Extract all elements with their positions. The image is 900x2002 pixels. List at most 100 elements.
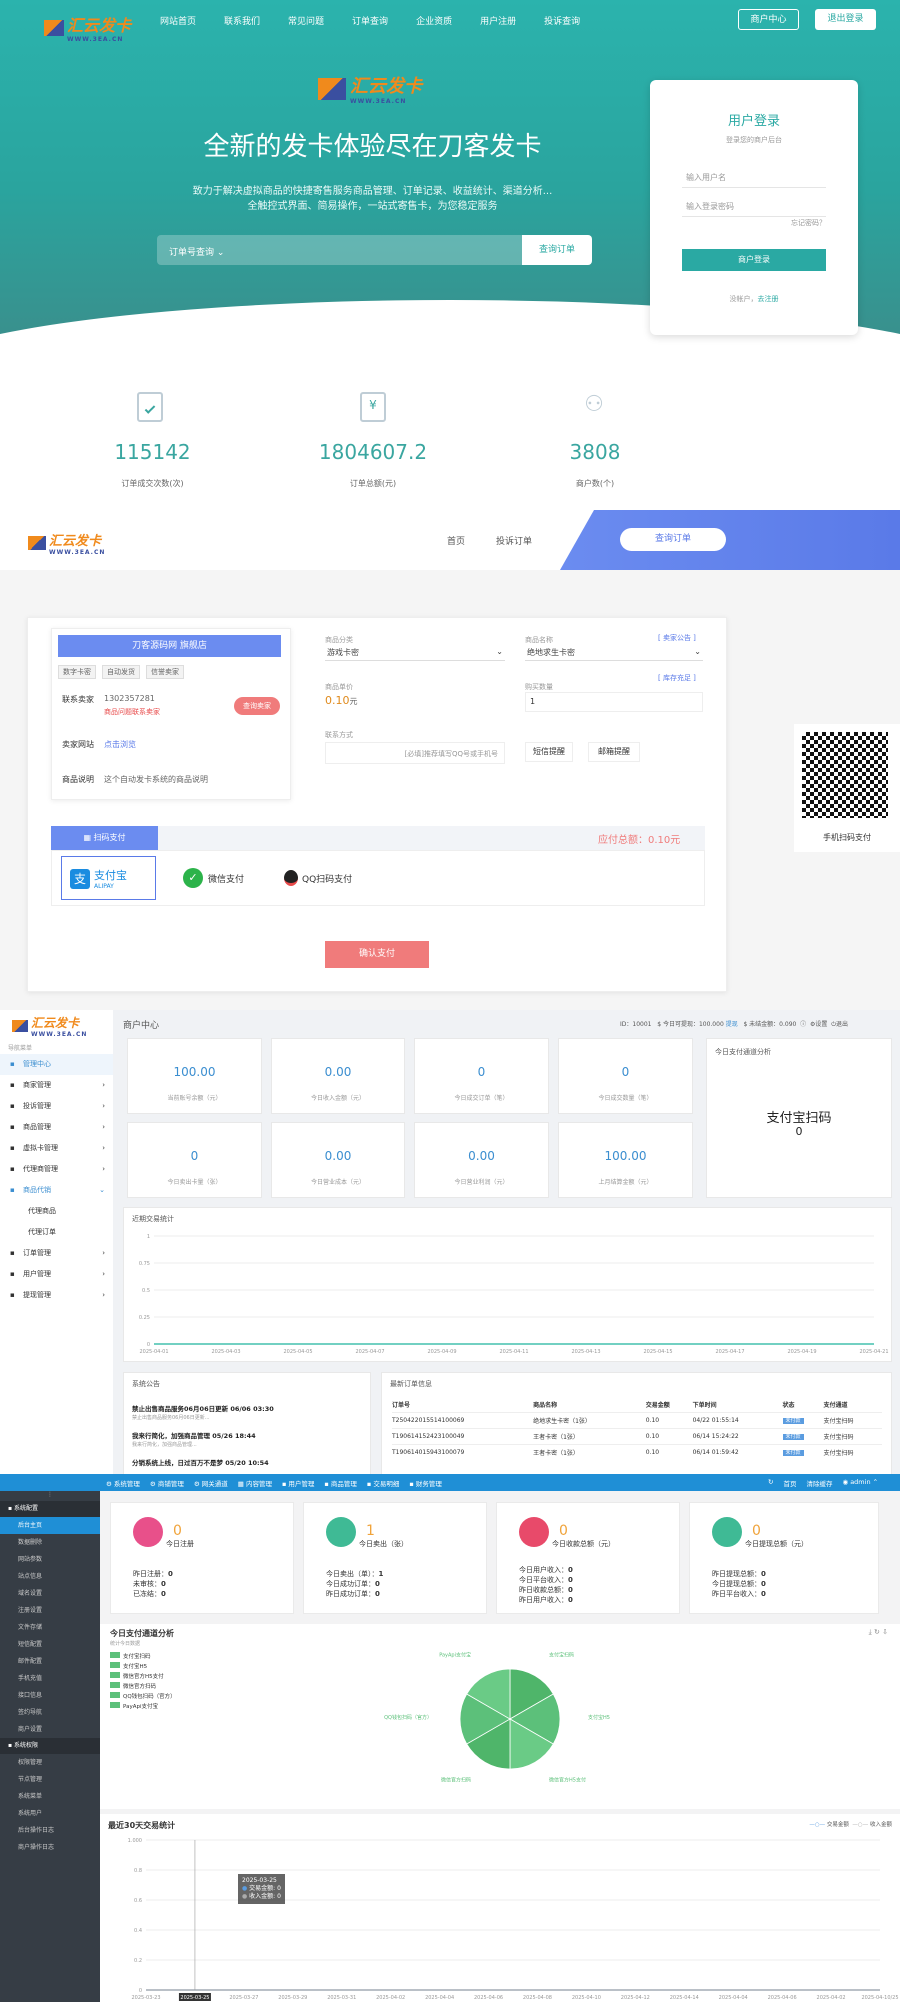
email-notify-button[interactable]: 邮箱提醒	[588, 742, 640, 762]
order-search-button[interactable]: 查询订单	[522, 235, 592, 265]
shop-nav-home[interactable]: 首页	[447, 534, 465, 547]
shop-query-order-button[interactable]: 查询订单	[620, 528, 726, 551]
username-input[interactable]: 输入用户名	[682, 168, 826, 188]
site-logo[interactable]: 汇云发卡 WWW.3EA.CN	[44, 12, 131, 43]
forgot-password-link[interactable]: 忘记密码？	[791, 218, 826, 228]
nav-register[interactable]: 用户注册	[480, 14, 516, 27]
merchant-center-button[interactable]: 商户中心	[738, 9, 799, 30]
sms-notify-button[interactable]: 短信提醒	[525, 742, 573, 762]
sidebar-item-label: 投诉管理	[22, 1102, 51, 1110]
admin-sidebar-item[interactable]: 系统用户	[0, 1805, 100, 1822]
nav-complaint[interactable]: 投诉查询	[544, 14, 580, 27]
admin-card-sales: 1 今日卖出（张） 今日卖出（单）：1 今日成功订单：0 昨日成功订单：0	[303, 1502, 487, 1614]
admin-sidebar-item[interactable]: 商户操作日志	[0, 1839, 100, 1856]
table-row[interactable]: T190614015943100079 王者卡密（1张） 0.10 06/14 01:…	[392, 1444, 882, 1461]
notice-item[interactable]: 我来行简化，加强商品管理 05/26 18:44	[132, 1430, 256, 1440]
password-input[interactable]: 输入登录密码	[682, 197, 826, 217]
merchant-logout-link[interactable]: 退出	[836, 1021, 848, 1028]
nav-contact[interactable]: 联系我们	[224, 14, 260, 27]
admin-sidebar-item[interactable]: 后台主页	[0, 1517, 100, 1534]
pay-alipay-option[interactable]: 支 支付宝 ALIPAY	[61, 856, 156, 900]
merchant-login-button[interactable]: 商户登录	[682, 249, 826, 271]
admin-menu-users[interactable]: ▪ 用户管理	[282, 1478, 314, 1488]
scan-pay-tab[interactable]: ▦ 扫码支付	[51, 826, 158, 850]
sidebar-item-complaint[interactable]: ▪ 投诉管理 ›	[0, 1096, 113, 1117]
admin-menu-gateway[interactable]: ⚙ 网关通道	[194, 1478, 228, 1488]
card-row-value: 1	[378, 1570, 384, 1578]
admin-sidebar-item[interactable]: 站点信息	[0, 1568, 100, 1585]
pay-wechat-option[interactable]: ✓ 微信支付	[183, 868, 244, 888]
nav-faq[interactable]: 常见问题	[288, 14, 324, 27]
stock-link[interactable]: [ 库存充足 ]	[658, 673, 696, 683]
order-channel: 支付宝扫码	[823, 1434, 854, 1441]
merchant-logo[interactable]: 汇云发卡 WWW.3EA.CN	[12, 1014, 87, 1038]
admin-sidebar-item[interactable]: 网站参数	[0, 1551, 100, 1568]
sidebar-subitem-agent-products[interactable]: 代理商品	[0, 1201, 113, 1222]
admin-sidebar-item[interactable]: 节点管理	[0, 1771, 100, 1788]
admin-sidebar-item[interactable]: 系统菜单	[0, 1788, 100, 1805]
admin-sidebar-item[interactable]: 商户设置	[0, 1721, 100, 1738]
admin-sidebar-item[interactable]: 手机充值	[0, 1670, 100, 1687]
admin-menu-shop[interactable]: ⚙ 商铺管理	[150, 1478, 184, 1488]
admin-sidebar-item[interactable]: 后台操作日志	[0, 1822, 100, 1839]
notice-item[interactable]: 分销系统上线，日过百万不是梦 05/20 10:54	[132, 1457, 269, 1467]
sidebar-item-products[interactable]: ▪ 商品管理 ›	[0, 1117, 113, 1138]
shop-nav-complaint[interactable]: 投诉订单	[496, 534, 532, 547]
withdraw-link[interactable]: 提现	[726, 1021, 738, 1028]
sidebar-item-merchant[interactable]: ▪ 商家管理 ›	[0, 1075, 113, 1096]
nav-home[interactable]: 网站首页	[160, 14, 196, 27]
table-row[interactable]: T250422015514100069 绝地求生卡密（1张） 0.10 04/22 0…	[392, 1412, 882, 1429]
admin-sidebar-item[interactable]: 接口信息	[0, 1687, 100, 1704]
admin-menu-system[interactable]: ⚙ 系统管理	[106, 1478, 140, 1488]
card-value: 0	[559, 1523, 568, 1539]
sidebar-item-cards[interactable]: ▪ 虚拟卡管理 ›	[0, 1138, 113, 1159]
sidebar-item-withdraw[interactable]: ▪ 提现管理 ›	[0, 1285, 113, 1306]
pay-qq-option[interactable]: QQ扫码支付	[284, 870, 352, 886]
query-seller-button[interactable]: 查询卖家	[234, 697, 280, 715]
order-product: 王者卡密（1张）	[533, 1450, 579, 1457]
product-select[interactable]: 绝地求生卡密 ⌄	[525, 645, 703, 661]
order-search-select[interactable]: 订单号查询 ⌄	[169, 245, 224, 258]
sidebar-subitem-agent-orders[interactable]: 代理订单	[0, 1222, 113, 1243]
notice-item[interactable]: 禁止出售商品服务06月06日更新 06/06 03:30	[132, 1403, 274, 1413]
admin-sidebar-item[interactable]: 域名设置	[0, 1585, 100, 1602]
nav-qualification[interactable]: 企业资质	[416, 14, 452, 27]
clear-cache-link[interactable]: 清除缓存	[806, 1478, 832, 1488]
sidebar-toggle-icon[interactable]: ⋮	[0, 1491, 100, 1501]
quantity-input[interactable]: 1	[525, 692, 703, 712]
shop-logo[interactable]: 汇云发卡 WWW.3EA.CN	[28, 530, 105, 556]
admin-sidebar-item[interactable]: 签约导航	[0, 1704, 100, 1721]
sidebar-item-consign[interactable]: ▪ 商品代销 ⌄	[0, 1180, 113, 1201]
admin-sidebar-item[interactable]: 数据删除	[0, 1534, 100, 1551]
settings-link[interactable]: 设置	[815, 1021, 827, 1028]
admin-menu-products[interactable]: ▪ 商品管理	[324, 1478, 356, 1488]
channel-card-title: 今日支付通道分析	[715, 1048, 771, 1056]
admin-menu-trades[interactable]: ▪ 交易明细	[367, 1478, 399, 1488]
table-row[interactable]: T190614152423100049 王者卡密（1张） 0.10 06/14 15:…	[392, 1428, 882, 1445]
credit-card-icon	[519, 1517, 549, 1547]
admin-menu-finance[interactable]: ▪ 财务管理	[409, 1478, 441, 1488]
logout-button[interactable]: 退出登录	[815, 9, 876, 30]
seller-notice-link[interactable]: [ 卖家公告 ]	[658, 633, 696, 643]
admin-sidebar-item[interactable]: 文件存储	[0, 1619, 100, 1636]
register-link[interactable]: 去注册	[758, 295, 779, 303]
nav-order-query[interactable]: 订单查询	[352, 14, 388, 27]
contact-way-input[interactable]: [必填]推荐填写QQ号或手机号	[325, 742, 505, 764]
refresh-icon[interactable]: ↻	[768, 1478, 773, 1488]
admin-menu-content[interactable]: ▦ 内容管理	[238, 1478, 272, 1488]
admin-sidebar-item[interactable]: 权限管理	[0, 1754, 100, 1771]
admin-sidebar-item[interactable]: 邮件配置	[0, 1653, 100, 1670]
sidebar-item-orders[interactable]: ▪ 订单管理 ›	[0, 1243, 113, 1264]
sidebar-item-agents[interactable]: ▪ 代理商管理 ›	[0, 1159, 113, 1180]
order-search-select-label: 订单号查询	[169, 248, 215, 258]
order-search-box[interactable]: 订单号查询 ⌄	[157, 235, 522, 265]
confirm-pay-button[interactable]: 确认支付	[325, 941, 429, 968]
admin-user-menu[interactable]: ◉ admin ⌃	[842, 1478, 878, 1488]
sidebar-item-dashboard[interactable]: ▪ 管理中心	[0, 1054, 113, 1075]
admin-home-link[interactable]: 首页	[783, 1478, 796, 1488]
admin-sidebar-item[interactable]: 注册设置	[0, 1602, 100, 1619]
seller-site-link[interactable]: 点击浏览	[104, 739, 136, 750]
sidebar-item-users[interactable]: ▪ 用户管理 ›	[0, 1264, 113, 1285]
admin-sidebar-item[interactable]: 短信配置	[0, 1636, 100, 1653]
category-select[interactable]: 游戏卡密 ⌄	[325, 645, 505, 661]
